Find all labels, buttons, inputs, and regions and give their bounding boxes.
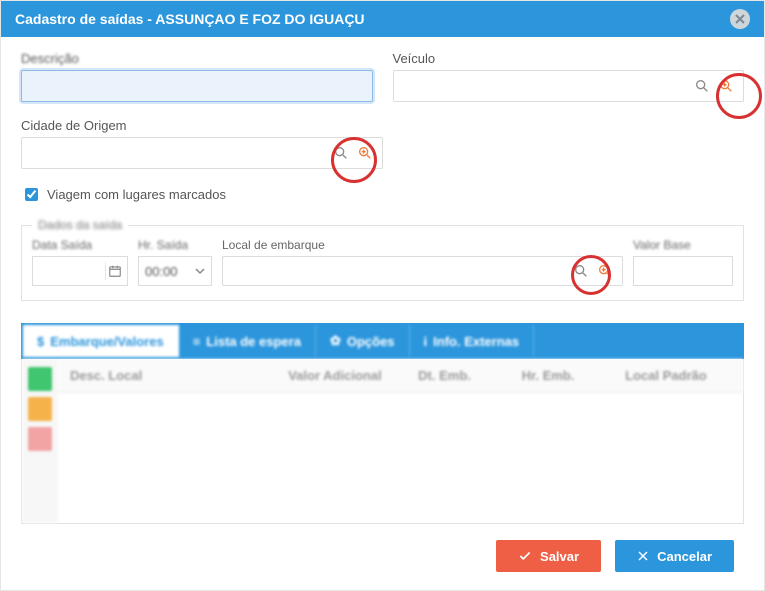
veiculo-label: Veículo: [393, 51, 745, 66]
veiculo-input[interactable]: [394, 71, 690, 101]
col-hr-emb: Hr. Emb.: [510, 368, 613, 383]
tab-bar: $ Embarque/Valores ≡ Lista de espera ✿ O…: [21, 323, 744, 359]
cidade-search-plus-button[interactable]: [354, 142, 376, 164]
cidade-label: Cidade de Origem: [21, 118, 383, 133]
field-local-embarque: Local de embarque: [222, 238, 623, 286]
tab-opcoes[interactable]: ✿ Opções: [316, 325, 410, 357]
tab-lista-espera[interactable]: ≡ Lista de espera: [179, 325, 316, 357]
search-icon: [573, 263, 589, 279]
col-desc-local: Desc. Local: [58, 368, 276, 383]
valor-base-input[interactable]: [633, 256, 733, 286]
hr-saida-label: Hr. Saída: [138, 238, 212, 252]
dados-legend: Dados da saída: [32, 218, 128, 232]
info-icon: i: [424, 334, 428, 349]
modal: Cadastro de saídas - ASSUNÇAO E FOZ DO I…: [0, 0, 765, 591]
dollar-icon: $: [37, 334, 44, 349]
save-button[interactable]: Salvar: [496, 540, 601, 572]
close-icon: [735, 14, 745, 24]
delete-row-button[interactable]: [28, 427, 52, 451]
title-bar: Cadastro de saídas - ASSUNÇAO E FOZ DO I…: [1, 1, 764, 37]
dados-row: Data Saída Hr. Saída 00:00: [32, 238, 733, 286]
field-descricao: Descrição: [21, 51, 373, 102]
search-plus-icon: [357, 145, 373, 161]
hr-saida-value: 00:00: [145, 264, 178, 279]
search-icon: [333, 145, 349, 161]
search-plus-icon: [597, 263, 613, 279]
checkbox-viagem-marcados[interactable]: Viagem com lugares marcados: [21, 185, 744, 204]
modal-content: Descrição Veículo Cidade de Origem: [1, 37, 764, 590]
col-local-padrao: Local Padrão: [613, 368, 743, 383]
tab-label: Embarque/Valores: [50, 334, 163, 349]
field-data-saida: Data Saída: [32, 238, 128, 286]
tab-label: Opções: [347, 334, 395, 349]
tab-embarque-valores[interactable]: $ Embarque/Valores: [23, 325, 179, 357]
grid-header: Desc. Local Valor Adicional Dt. Emb. Hr.…: [58, 359, 743, 393]
tab-label: Info. Externas: [433, 334, 519, 349]
x-icon: [637, 550, 649, 562]
modal-title: Cadastro de saídas - ASSUNÇAO E FOZ DO I…: [15, 11, 365, 27]
tab-info-externas[interactable]: i Info. Externas: [410, 325, 535, 357]
fieldset-dados-saida: Dados da saída Data Saída Hr. Saída 00:0…: [21, 218, 744, 301]
data-saida-label: Data Saída: [32, 238, 128, 252]
field-veiculo: Veículo: [393, 51, 745, 102]
valor-base-label: Valor Base: [633, 238, 733, 252]
calendar-icon: [105, 262, 123, 280]
grid-side-buttons: [22, 359, 58, 523]
search-icon: [694, 78, 710, 94]
cidade-input[interactable]: [22, 138, 328, 168]
local-embarque-wrap: [222, 256, 623, 286]
field-valor-base: Valor Base: [633, 238, 733, 286]
close-button[interactable]: [730, 9, 750, 29]
options-icon: ✿: [330, 333, 341, 349]
search-plus-icon: [718, 78, 734, 94]
cidade-input-wrap: [21, 137, 383, 169]
data-saida-input[interactable]: [32, 256, 128, 286]
checkbox-input[interactable]: [25, 188, 38, 201]
local-embarque-search-button[interactable]: [570, 260, 592, 282]
col-valor-adicional: Valor Adicional: [276, 368, 406, 383]
save-label: Salvar: [540, 549, 579, 564]
field-hr-saida: Hr. Saída 00:00: [138, 238, 212, 286]
grid: Desc. Local Valor Adicional Dt. Emb. Hr.…: [21, 359, 744, 524]
edit-row-button[interactable]: [28, 397, 52, 421]
local-embarque-input[interactable]: [223, 257, 568, 285]
add-row-button[interactable]: [28, 367, 52, 391]
cancel-button[interactable]: Cancelar: [615, 540, 734, 572]
veiculo-input-wrap: [393, 70, 745, 102]
veiculo-search-plus-button[interactable]: [715, 75, 737, 97]
col-dt-emb: Dt. Emb.: [406, 368, 509, 383]
hr-saida-select[interactable]: 00:00: [138, 256, 212, 286]
row-desc-veiculo: Descrição Veículo: [21, 51, 744, 102]
veiculo-search-button[interactable]: [691, 75, 713, 97]
check-icon: [518, 549, 532, 563]
list-icon: ≡: [193, 334, 201, 349]
grid-table: Desc. Local Valor Adicional Dt. Emb. Hr.…: [58, 359, 743, 523]
descricao-label: Descrição: [21, 51, 373, 66]
checkbox-label: Viagem com lugares marcados: [47, 187, 226, 202]
tab-label: Lista de espera: [206, 334, 301, 349]
local-embarque-search-plus-button[interactable]: [594, 260, 616, 282]
local-embarque-label: Local de embarque: [222, 238, 623, 252]
cancel-label: Cancelar: [657, 549, 712, 564]
field-cidade-origem: Cidade de Origem: [21, 118, 383, 169]
descricao-input[interactable]: [21, 70, 373, 102]
grid-body: [58, 393, 743, 523]
footer: Salvar Cancelar: [21, 524, 744, 572]
chevron-down-icon: [195, 266, 205, 276]
cidade-search-button[interactable]: [330, 142, 352, 164]
